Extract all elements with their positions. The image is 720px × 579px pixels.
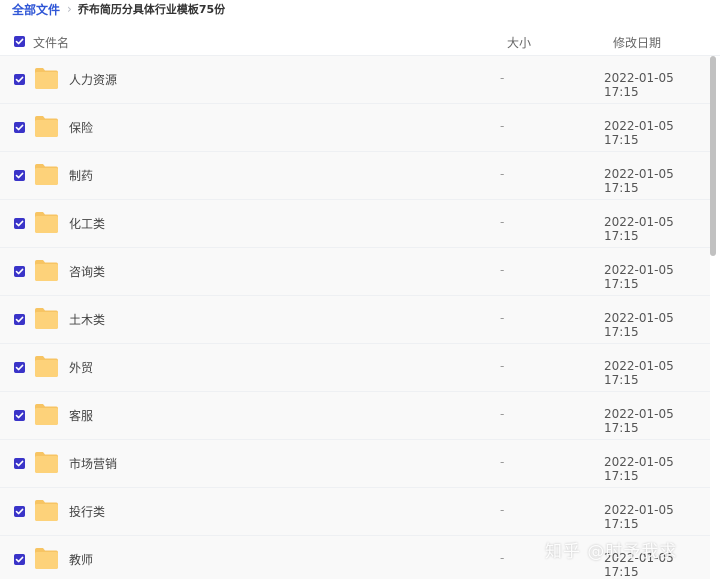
checkmark-icon: [15, 124, 24, 131]
breadcrumb: 全部文件 › 乔布简历分具体行业模板75份: [12, 0, 225, 18]
file-list: 人力资源 - 2022-01-05 17:15 保险 - 2022-01-05 …: [0, 56, 720, 579]
row-checkbox[interactable]: [14, 506, 25, 517]
watermark-text: 知乎 @时予我求: [545, 542, 678, 562]
folder-icon: [35, 212, 58, 233]
column-header-modified[interactable]: 修改日期: [613, 34, 661, 51]
folder-icon: [35, 404, 58, 425]
file-modified-date: 2022-01-05 17:15: [604, 503, 674, 531]
checkmark-icon: [15, 316, 24, 323]
folder-icon: [35, 116, 58, 137]
checkmark-icon: [15, 460, 24, 467]
file-modified-date: 2022-01-05 17:15: [604, 311, 674, 339]
breadcrumb-current-folder: 乔布简历分具体行业模板75份: [77, 3, 226, 16]
file-modified-date: 2022-01-05 17:15: [604, 359, 674, 387]
file-modified-date: 2022-01-05 17:15: [604, 119, 674, 147]
checkmark-icon: [15, 412, 24, 419]
checkmark-icon: [15, 76, 24, 83]
breadcrumb-separator-icon: ›: [67, 2, 72, 16]
column-header-size[interactable]: 大小: [507, 34, 531, 51]
file-modified-date: 2022-01-05 17:15: [604, 455, 674, 483]
file-name[interactable]: 保险: [69, 119, 93, 136]
breadcrumb-root-link[interactable]: 全部文件: [12, 1, 60, 18]
folder-icon: [35, 500, 58, 521]
file-row[interactable]: 市场营销 - 2022-01-05 17:15: [0, 440, 710, 488]
file-size: -: [500, 359, 505, 373]
checkmark-icon: [15, 220, 24, 227]
checkmark-icon: [15, 172, 24, 179]
file-name[interactable]: 外贸: [69, 359, 93, 376]
select-all-checkbox[interactable]: [14, 36, 25, 47]
file-size: -: [500, 263, 505, 277]
folder-icon: [35, 308, 58, 329]
row-checkbox[interactable]: [14, 122, 25, 133]
checkmark-icon: [15, 364, 24, 371]
file-row[interactable]: 化工类 - 2022-01-05 17:15: [0, 200, 710, 248]
row-checkbox[interactable]: [14, 170, 25, 181]
file-name[interactable]: 人力资源: [69, 71, 117, 88]
file-row[interactable]: 客服 - 2022-01-05 17:15: [0, 392, 710, 440]
file-name[interactable]: 土木类: [69, 311, 105, 328]
folder-icon: [35, 260, 58, 281]
folder-icon: [35, 452, 58, 473]
file-size: -: [500, 167, 505, 181]
vertical-scrollbar[interactable]: [710, 56, 716, 256]
file-row[interactable]: 土木类 - 2022-01-05 17:15: [0, 296, 710, 344]
file-size: -: [500, 215, 505, 229]
folder-icon: [35, 68, 58, 89]
file-modified-date: 2022-01-05 17:15: [604, 167, 674, 195]
file-row[interactable]: 人力资源 - 2022-01-05 17:15: [0, 56, 710, 104]
row-checkbox[interactable]: [14, 218, 25, 229]
file-size: -: [500, 407, 505, 421]
file-modified-date: 2022-01-05 17:15: [604, 71, 674, 99]
file-row[interactable]: 制药 - 2022-01-05 17:15: [0, 152, 710, 200]
row-checkbox[interactable]: [14, 410, 25, 421]
file-modified-date: 2022-01-05 17:15: [604, 407, 674, 435]
row-checkbox[interactable]: [14, 458, 25, 469]
file-modified-date: 2022-01-05 17:15: [604, 263, 674, 291]
file-size: -: [500, 71, 505, 85]
file-size: -: [500, 551, 505, 565]
checkmark-icon: [15, 268, 24, 275]
file-size: -: [500, 119, 505, 133]
file-row[interactable]: 咨询类 - 2022-01-05 17:15: [0, 248, 710, 296]
file-size: -: [500, 455, 505, 469]
checkmark-icon: [15, 556, 24, 563]
file-name[interactable]: 市场营销: [69, 455, 117, 472]
checkmark-icon: [15, 508, 24, 515]
row-checkbox[interactable]: [14, 362, 25, 373]
folder-icon: [35, 548, 58, 569]
file-name[interactable]: 投行类: [69, 503, 105, 520]
file-row[interactable]: 投行类 - 2022-01-05 17:15: [0, 488, 710, 536]
file-name[interactable]: 客服: [69, 407, 93, 424]
row-checkbox[interactable]: [14, 554, 25, 565]
file-modified-date: 2022-01-05 17:15: [604, 215, 674, 243]
folder-icon: [35, 356, 58, 377]
folder-icon: [35, 164, 58, 185]
checkmark-icon: [15, 38, 24, 45]
file-row[interactable]: 保险 - 2022-01-05 17:15: [0, 104, 710, 152]
file-list-header: 文件名 大小 修改日期: [0, 27, 720, 56]
file-row[interactable]: 外贸 - 2022-01-05 17:15: [0, 344, 710, 392]
file-name[interactable]: 教师: [69, 551, 93, 568]
file-size: -: [500, 311, 505, 325]
file-size: -: [500, 503, 505, 517]
file-name[interactable]: 化工类: [69, 215, 105, 232]
column-header-name[interactable]: 文件名: [33, 34, 69, 51]
file-name[interactable]: 制药: [69, 167, 93, 184]
row-checkbox[interactable]: [14, 266, 25, 277]
file-name[interactable]: 咨询类: [69, 263, 105, 280]
row-checkbox[interactable]: [14, 314, 25, 325]
row-checkbox[interactable]: [14, 74, 25, 85]
